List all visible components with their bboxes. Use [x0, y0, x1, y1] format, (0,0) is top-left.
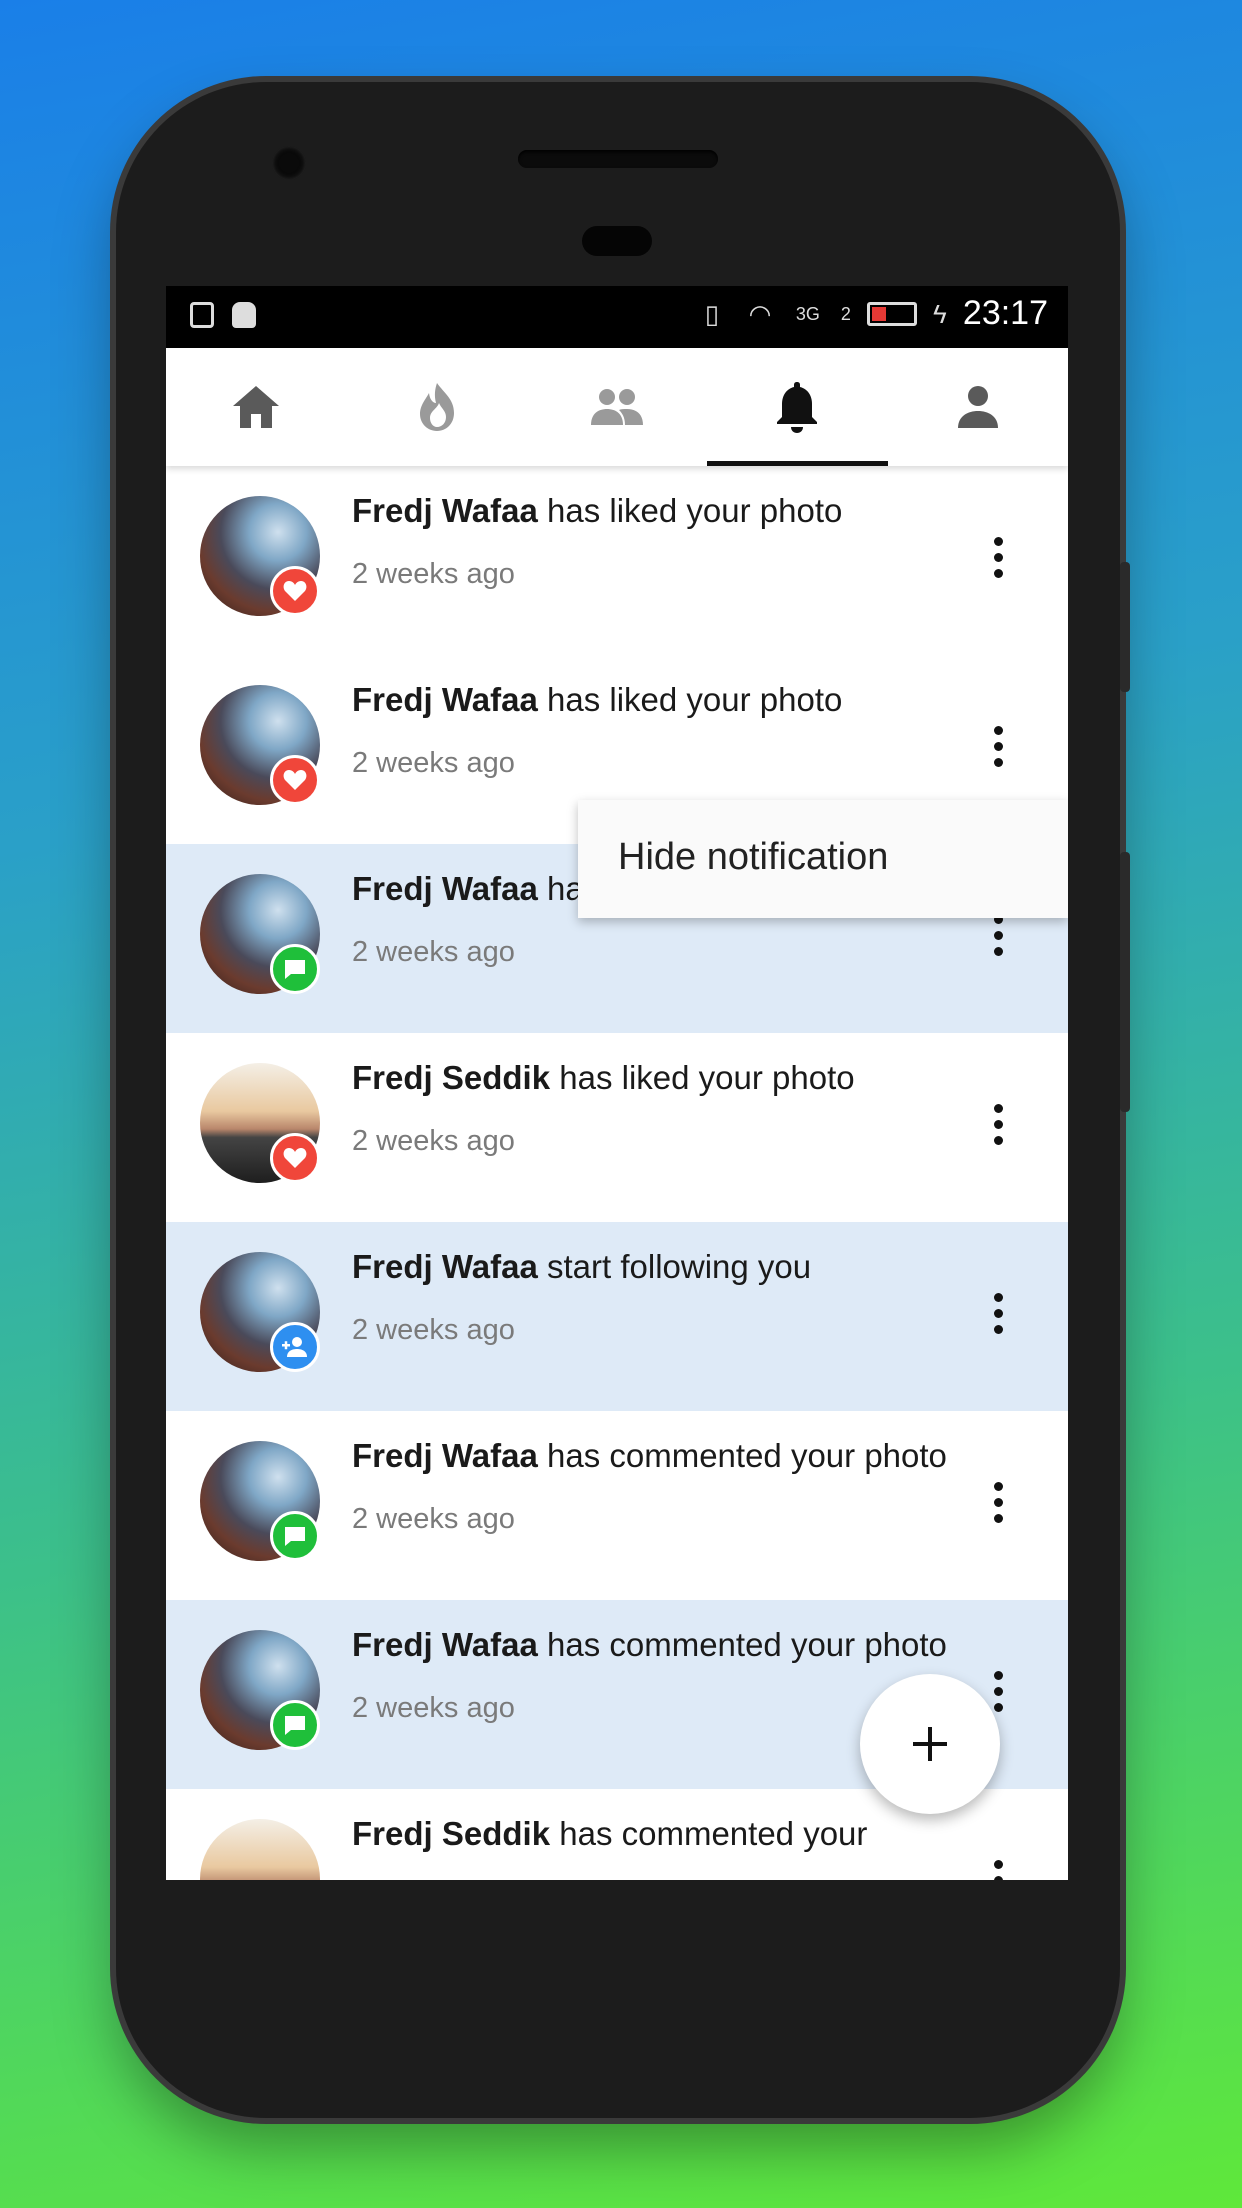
network-label: 3G [795, 303, 820, 324]
heart-icon [283, 581, 307, 601]
notification-row[interactable]: Fredj Wafaa has liked your photo 2 weeks… [166, 466, 1068, 655]
notification-action: has commented your photo [547, 1437, 947, 1474]
notification-action: has commented your [559, 1815, 868, 1852]
notification-options-menu: Hide notification [578, 800, 1068, 918]
like-badge [270, 755, 320, 805]
front-camera [272, 146, 306, 180]
user-name[interactable]: Fredj Wafaa [352, 1626, 538, 1663]
heart-icon [283, 770, 307, 790]
tab-notifications[interactable] [707, 348, 889, 466]
notification-text: Fredj Wafaa ha [352, 870, 584, 908]
notification-time: 2 weeks ago [352, 936, 515, 968]
heart-icon [283, 1148, 307, 1168]
more-options-button[interactable] [988, 1099, 1008, 1159]
comment-badge [270, 1511, 320, 1561]
people-icon [591, 389, 644, 425]
like-badge [270, 566, 320, 616]
notification-action: start following you [547, 1248, 812, 1285]
charging-icon: ϟ [933, 298, 947, 329]
plus-icon [913, 1727, 947, 1761]
notification-text: Fredj Wafaa has liked your photo [352, 492, 842, 530]
notification-time: 2 weeks ago [352, 1503, 515, 1535]
notification-text: Fredj Wafaa start following you [352, 1248, 811, 1286]
status-bar: ▯ ◠ 3G 2 ϟ 23:17 [166, 286, 1068, 348]
more-options-button[interactable] [988, 910, 1008, 970]
image-notification-icon [190, 302, 214, 328]
tab-friends[interactable] [527, 348, 707, 466]
user-name[interactable]: Fredj Wafaa [352, 492, 538, 529]
person-icon [957, 386, 998, 428]
wifi-icon: ◠ [748, 298, 772, 329]
proximity-sensor [582, 226, 652, 256]
more-options-button[interactable] [988, 1477, 1008, 1537]
comment-icon [285, 960, 305, 979]
earpiece-speaker [518, 150, 718, 168]
home-icon [233, 386, 280, 428]
hide-notification-menu-item[interactable]: Hide notification [618, 836, 888, 879]
notification-row[interactable]: Fredj Wafaa has commented your photo 2 w… [166, 1411, 1068, 1600]
notification-list: Fredj Wafaa has liked your photo 2 weeks… [166, 466, 1068, 1880]
user-name[interactable]: Fredj Wafaa [352, 681, 538, 718]
tab-trending[interactable] [346, 348, 526, 466]
tab-home[interactable] [166, 348, 346, 466]
like-badge [270, 1133, 320, 1183]
android-notification-icon [232, 302, 256, 328]
notification-text: Fredj Wafaa has commented your photo [352, 1437, 947, 1475]
clock: 23:17 [962, 294, 1048, 332]
notification-time: 2 weeks ago [352, 1314, 515, 1346]
phone-screen: ▯ ◠ 3G 2 ϟ 23:17 Fredj Wafaa has liked y… [166, 286, 1068, 1880]
avatar[interactable] [200, 1819, 320, 1880]
notification-text: Fredj Wafaa has commented your photo [352, 1626, 947, 1664]
sim-label: 2 [840, 303, 851, 324]
tab-bar [166, 348, 1068, 466]
comment-badge [270, 1700, 320, 1750]
notification-action: has liked your photo [559, 1059, 855, 1096]
notification-text: Fredj Wafaa has liked your photo [352, 681, 842, 719]
more-options-button[interactable] [988, 1288, 1008, 1348]
more-options-button[interactable] [988, 532, 1008, 592]
user-name[interactable]: Fredj Wafaa [352, 1248, 538, 1285]
sim-icon: 2 [839, 297, 853, 331]
flame-icon [419, 383, 454, 431]
battery-icon [866, 301, 917, 326]
user-name[interactable]: Fredj Seddik [352, 1059, 550, 1096]
notification-text: Fredj Seddik has commented your [352, 1815, 867, 1853]
notification-time: 2 weeks ago [352, 747, 515, 779]
comment-icon [285, 1716, 305, 1735]
volume-button [1120, 562, 1130, 692]
notification-time: 2 weeks ago [352, 1125, 515, 1157]
notification-action: has liked your photo [547, 681, 843, 718]
add-button[interactable] [860, 1674, 1000, 1814]
bell-icon [777, 382, 818, 433]
user-name[interactable]: Fredj Seddik [352, 1815, 550, 1852]
add-person-icon [282, 1337, 307, 1357]
follow-badge [270, 1322, 320, 1372]
power-button [1120, 852, 1130, 1112]
comment-badge [270, 944, 320, 994]
user-name[interactable]: Fredj Wafaa [352, 870, 538, 907]
notification-text: Fredj Seddik has liked your photo [352, 1059, 855, 1097]
more-options-button[interactable] [988, 721, 1008, 781]
vibrate-icon: ▯ [704, 298, 720, 329]
tab-profile[interactable] [888, 348, 1068, 466]
more-options-button[interactable] [988, 1855, 1008, 1880]
notification-time: 2 weeks ago [352, 1692, 515, 1724]
signal-icon: 3G [791, 297, 825, 331]
notification-action: has commented your photo [547, 1626, 947, 1663]
notification-time: 2 weeks ago [352, 558, 515, 590]
comment-icon [285, 1527, 305, 1546]
notification-action: has liked your photo [547, 492, 843, 529]
notification-row[interactable]: Fredj Seddik has liked your photo 2 week… [166, 1033, 1068, 1222]
notification-row[interactable]: Fredj Wafaa start following you 2 weeks … [166, 1222, 1068, 1411]
user-name[interactable]: Fredj Wafaa [352, 1437, 538, 1474]
